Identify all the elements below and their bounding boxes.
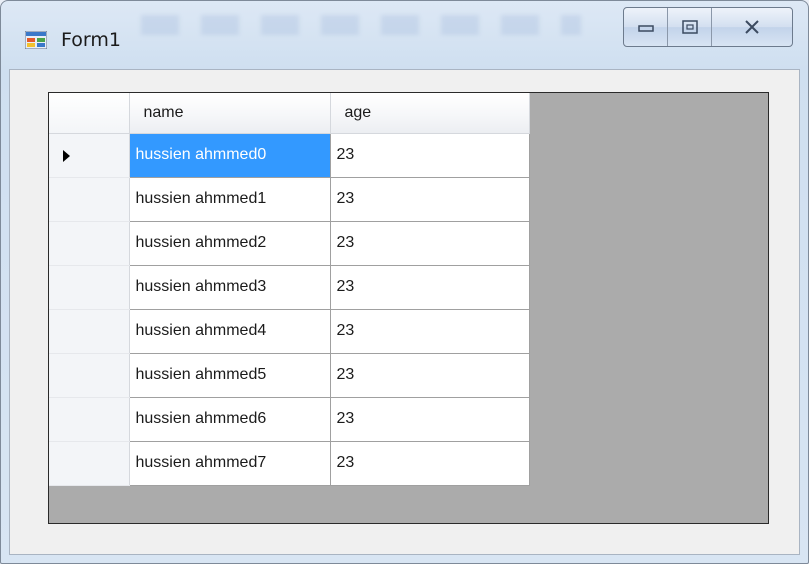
cell-age[interactable]: 23 [330, 309, 530, 354]
grid-table: name age hussien ahmmed0 23 hussien ahmm… [49, 93, 530, 486]
table-row[interactable]: hussien ahmmed5 23 [49, 353, 530, 398]
cell-name[interactable]: hussien ahmmed4 [129, 309, 331, 354]
data-grid-view[interactable]: name age hussien ahmmed0 23 hussien ahmm… [48, 92, 769, 524]
cell-age[interactable]: 23 [330, 353, 530, 398]
cell-name[interactable]: hussien ahmmed1 [129, 177, 331, 222]
cell-age[interactable]: 23 [330, 397, 530, 442]
column-header-age[interactable]: age [330, 93, 530, 134]
title-bar[interactable]: Form1 [1, 1, 808, 71]
cell-name[interactable]: hussien ahmmed3 [129, 265, 331, 310]
window-title: Form1 [61, 29, 121, 51]
top-left-header-cell[interactable] [49, 93, 130, 134]
cell-name[interactable]: hussien ahmmed2 [129, 221, 331, 266]
close-icon [745, 20, 759, 34]
cell-age[interactable]: 23 [330, 133, 530, 178]
form1-window: Form1 name age hussien ahmmed0 23 hussie… [0, 0, 809, 564]
maximize-icon [681, 20, 698, 34]
table-row[interactable]: hussien ahmmed2 23 [49, 221, 530, 266]
row-header[interactable] [49, 441, 130, 486]
row-header[interactable] [49, 265, 130, 310]
row-header[interactable] [49, 397, 130, 442]
row-header[interactable] [49, 221, 130, 266]
row-header[interactable] [49, 133, 130, 178]
row-header[interactable] [49, 353, 130, 398]
table-row[interactable]: hussien ahmmed0 23 [49, 133, 530, 178]
row-header[interactable] [49, 309, 130, 354]
maximize-button[interactable] [668, 8, 712, 46]
cell-age[interactable]: 23 [330, 177, 530, 222]
cell-name[interactable]: hussien ahmmed0 [129, 133, 331, 178]
form-client-area: name age hussien ahmmed0 23 hussien ahmm… [9, 69, 800, 555]
table-row[interactable]: hussien ahmmed4 23 [49, 309, 530, 354]
table-row[interactable]: hussien ahmmed1 23 [49, 177, 530, 222]
cell-name[interactable]: hussien ahmmed7 [129, 441, 331, 486]
close-button[interactable] [712, 8, 792, 46]
caption-buttons [623, 7, 793, 47]
column-header-row: name age [49, 93, 530, 134]
cell-name[interactable]: hussien ahmmed6 [129, 397, 331, 442]
cell-age[interactable]: 23 [330, 265, 530, 310]
cell-age[interactable]: 23 [330, 221, 530, 266]
table-row[interactable]: hussien ahmmed7 23 [49, 441, 530, 486]
background-blur [141, 15, 581, 35]
form-app-icon [25, 31, 47, 49]
table-row[interactable]: hussien ahmmed6 23 [49, 397, 530, 442]
cell-age[interactable]: 23 [330, 441, 530, 486]
minimize-button[interactable] [624, 8, 668, 46]
table-row[interactable]: hussien ahmmed3 23 [49, 265, 530, 310]
minimize-icon [637, 25, 654, 32]
current-row-arrow-icon [63, 149, 70, 162]
column-header-name[interactable]: name [129, 93, 331, 134]
cell-name[interactable]: hussien ahmmed5 [129, 353, 331, 398]
row-header[interactable] [49, 177, 130, 222]
